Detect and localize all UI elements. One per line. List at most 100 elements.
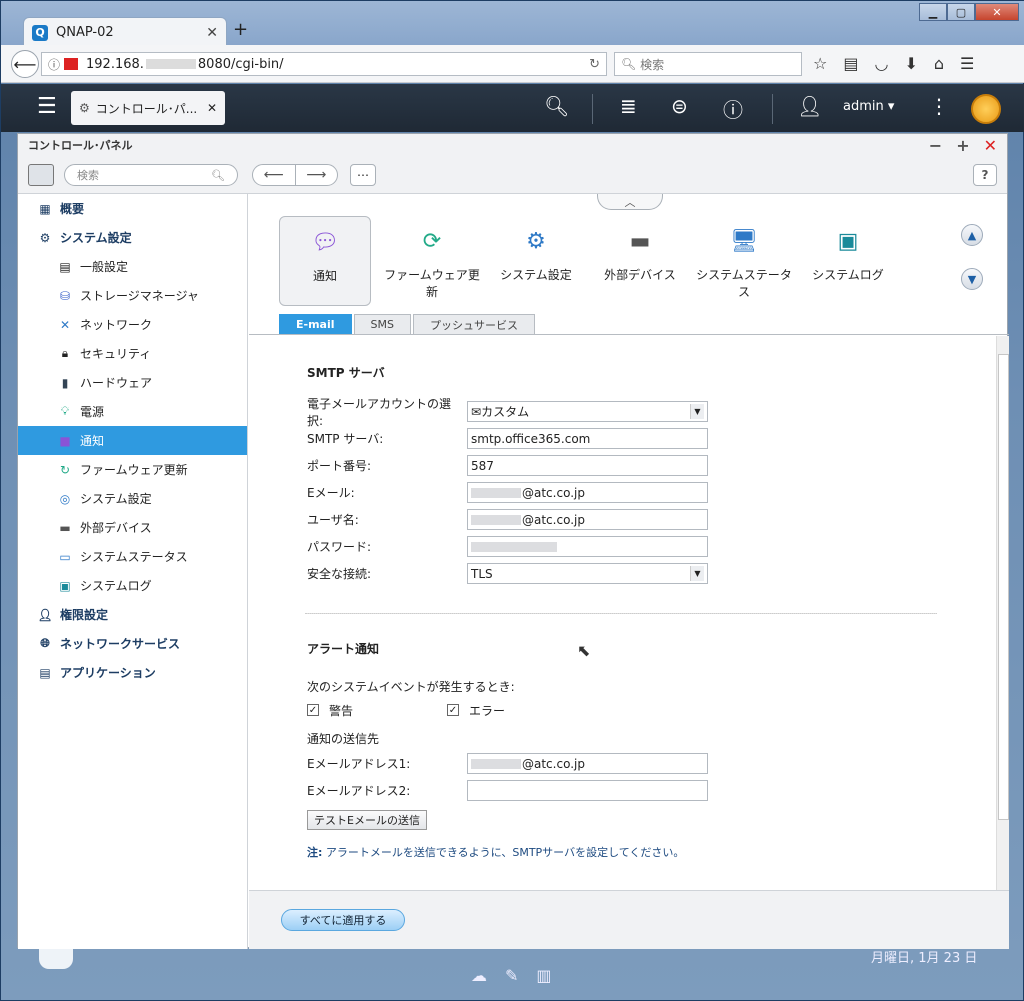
desktop-app-icon[interactable] <box>39 949 73 969</box>
panel-search-input[interactable]: 検索 🔍︎ <box>64 164 238 186</box>
browser-search-input[interactable]: 🔍︎ 検索 <box>614 52 802 76</box>
maximize-icon[interactable]: + <box>956 136 969 155</box>
sidebar-item-external-device[interactable]: ▬ 外部デバイス <box>18 513 247 542</box>
new-tab-button[interactable]: + <box>233 19 248 40</box>
sidebar-item-system-config[interactable]: ◎ システム設定 <box>18 484 247 513</box>
home-icon[interactable]: ⌂ <box>934 54 944 73</box>
address1-input[interactable]: @atc.co.jp <box>467 753 708 774</box>
background-tasks-icon[interactable]: ≣ <box>620 94 637 118</box>
subtab-bar: E-mail SMS プッシュサービス <box>279 314 537 334</box>
account-select[interactable]: ✉ カスタム ▼ <box>467 401 708 422</box>
external-device-icon[interactable]: ⊜ <box>671 94 688 118</box>
port-input[interactable]: 587 <box>467 455 708 476</box>
sidebar-item-system-status[interactable]: ▭ システムステータス <box>18 542 247 571</box>
error-checkbox[interactable]: ✓ <box>447 704 459 716</box>
sidebar-item-applications[interactable]: ▤ アプリケーション <box>18 658 247 687</box>
url-bar[interactable]: ⓘ 192.168. 8080/cgi-bin/ ↻ <box>41 52 607 76</box>
sidebar-item-network[interactable]: ✕ ネットワーク <box>18 310 247 339</box>
error-label: エラー <box>469 703 506 718</box>
icon-firmware[interactable]: ⟳ ファームウェア更新 <box>381 216 483 306</box>
sidebar-item-network-services[interactable]: 🌐︎ ネットワークサービス <box>18 629 247 658</box>
close-window-button[interactable]: ✕ <box>975 3 1019 21</box>
email-input[interactable]: @atc.co.jp <box>467 482 708 503</box>
hamburger-menu-icon[interactable]: ☰ <box>960 54 974 73</box>
main-menu-icon[interactable]: ☰ <box>37 94 57 119</box>
sidebar-item-hardware[interactable]: ▮ ハードウェア <box>18 368 247 397</box>
back-button[interactable]: ⟵ <box>11 50 39 78</box>
forward-arrow-icon[interactable]: ⟶ <box>296 165 338 185</box>
address2-input[interactable] <box>467 780 708 801</box>
lock-icon: 🔒︎ <box>61 346 69 360</box>
envelope-icon: ✉ <box>471 404 482 419</box>
sidebar-item-system-log[interactable]: ▣ システムログ <box>18 571 247 600</box>
help-button[interactable]: ? <box>973 164 997 186</box>
sidebar-item-label: 概要 <box>60 202 85 216</box>
main-content: ︿ 💬︎ 通知 ⟳ ファームウェア更新 ⚙ システム設定 ▬ 外部デバイス 🖥︎… <box>249 194 1009 949</box>
icon-notification[interactable]: 💬︎ 通知 <box>279 216 371 306</box>
smtp-server-input[interactable]: smtp.office365.com <box>467 428 708 449</box>
tab-email[interactable]: E-mail <box>279 314 352 334</box>
notification-info-icon[interactable]: ⓘ <box>723 94 743 123</box>
collapse-icons-button[interactable]: ︿ <box>597 194 663 210</box>
sidebar-item-privilege[interactable]: 👤︎ 権限設定 <box>18 600 247 629</box>
bookmark-star-icon[interactable]: ☆ <box>813 54 827 73</box>
sidebar-item-label: 通知 <box>80 434 105 448</box>
maximize-button[interactable]: ▢ <box>947 3 975 21</box>
password-input[interactable] <box>467 536 708 557</box>
dashboard-gauge-icon[interactable] <box>971 94 1001 124</box>
secure-connection-select[interactable]: TLS ▼ <box>467 563 708 584</box>
warning-checkbox[interactable]: ✓ <box>307 704 319 716</box>
username-input[interactable]: @atc.co.jp <box>467 509 708 530</box>
book-icon[interactable]: ▥ <box>536 966 551 985</box>
cloud-icon[interactable]: ☁ <box>471 966 487 985</box>
reading-list-icon[interactable]: ▤ <box>843 54 858 73</box>
sidebar-toggle-button[interactable] <box>28 164 54 186</box>
more-options-icon[interactable]: ⋮ <box>929 94 949 118</box>
tools-icon[interactable]: ✎ <box>505 966 518 985</box>
download-icon[interactable]: ⬇ <box>904 54 917 73</box>
minimize-button[interactable]: ▁ <box>919 3 947 21</box>
content-scrollbar[interactable] <box>996 336 1009 890</box>
close-app-icon[interactable]: ✕ <box>207 101 217 115</box>
grid-view-icon[interactable]: ⋯ <box>350 164 376 186</box>
sidebar-item-firmware[interactable]: ↻ ファームウェア更新 <box>18 455 247 484</box>
browser-search-placeholder: 検索 <box>640 57 665 72</box>
sidebar-item-security[interactable]: 🔒︎ セキュリティ <box>18 339 247 368</box>
account-label: 電子メールアカウントの選択: <box>307 396 452 428</box>
sidebar-item-overview[interactable]: ▦ 概要 <box>18 194 247 223</box>
address1-value: @atc.co.jp <box>522 756 585 771</box>
drive-icon: ▬ <box>59 520 71 535</box>
sidebar-item-general[interactable]: ▤ 一般設定 <box>18 252 247 281</box>
sidebar-item-power[interactable]: 💡︎ 電源 <box>18 397 247 426</box>
icon-system-log[interactable]: ▣ システムログ <box>797 216 899 306</box>
info-icon[interactable]: ⓘ <box>48 56 60 73</box>
icon-external-device[interactable]: ▬ 外部デバイス <box>589 216 691 306</box>
user-avatar-icon[interactable]: 👤︎ <box>797 94 822 118</box>
tab-sms[interactable]: SMS <box>353 314 411 334</box>
network-icon: ✕ <box>59 317 71 332</box>
close-tab-icon[interactable]: ✕ <box>206 25 218 41</box>
notification-icon: 💬︎ <box>311 229 339 255</box>
sidebar-item-storage[interactable]: ⛁ ストレージマネージャ <box>18 281 247 310</box>
event-text: 次のシステムイベントが発生するとき: <box>307 679 515 694</box>
tab-push-service[interactable]: プッシュサービス <box>412 314 535 334</box>
back-arrow-icon[interactable]: ⟵ <box>253 165 296 185</box>
pocket-icon[interactable]: ◡ <box>874 54 888 73</box>
sidebar-item-system-settings[interactable]: ⚙ システム設定 <box>18 223 247 252</box>
search-icon[interactable]: 🔍︎ <box>544 94 569 118</box>
chevron-down-icon[interactable]: ▼ <box>961 268 983 290</box>
send-test-email-button[interactable]: テストEメールの送信 <box>307 810 427 830</box>
insecure-icon <box>64 58 79 70</box>
sidebar-item-notification[interactable]: ■ 通知 <box>18 426 247 455</box>
close-icon[interactable]: ✕ <box>984 136 997 155</box>
icon-system-status[interactable]: 🖥︎ システムステータス <box>693 216 795 306</box>
reload-icon[interactable]: ↻ <box>589 57 600 72</box>
scrollbar-thumb[interactable] <box>998 354 1009 820</box>
minimize-icon[interactable]: − <box>929 136 942 155</box>
browser-tab[interactable]: Q QNAP-02 ✕ <box>23 17 227 47</box>
icon-system-settings[interactable]: ⚙ システム設定 <box>485 216 587 306</box>
user-menu[interactable]: admin ▾ <box>843 99 894 114</box>
chevron-up-icon[interactable]: ▲ <box>961 224 983 246</box>
control-panel-app-tab[interactable]: ⚙ コントロール･パ... ✕ <box>71 91 225 125</box>
apply-all-button[interactable]: すべてに適用する <box>281 909 405 931</box>
